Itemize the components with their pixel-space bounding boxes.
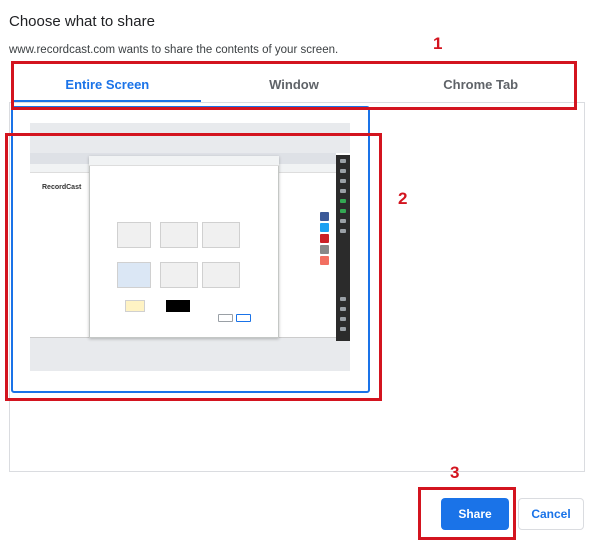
annotation-box-thumbnail [5,133,382,401]
annotation-marker-3: 3 [450,463,460,482]
annotation-marker-1: 1 [433,34,443,53]
dialog-subtitle: www.recordcast.com wants to share the co… [9,44,339,56]
dialog-title: Choose what to share [9,13,155,30]
annotation-box-tabs [11,61,577,110]
annotation-marker-2: 2 [398,189,408,208]
cancel-button[interactable]: Cancel [518,498,584,530]
annotation-box-share [418,487,516,540]
